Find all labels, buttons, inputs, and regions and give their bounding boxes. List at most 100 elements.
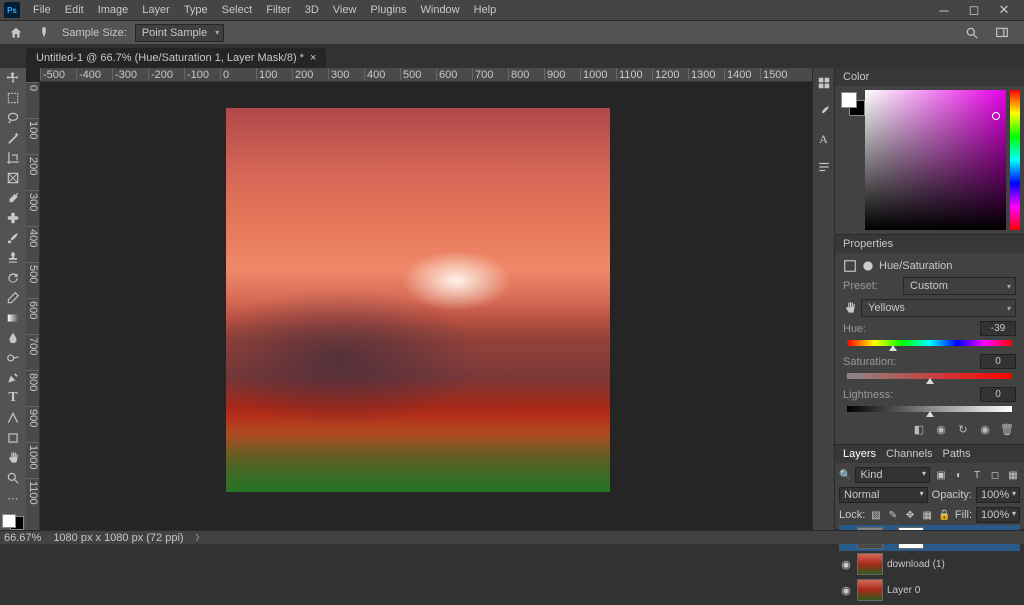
reset-icon[interactable]: ↻ (956, 422, 970, 436)
marquee-tool[interactable] (2, 90, 24, 106)
menu-help[interactable]: Help (467, 2, 504, 18)
saturation-slider[interactable] (847, 373, 1012, 383)
hue-slider[interactable] (847, 340, 1012, 350)
paragraph-panel-icon[interactable] (815, 158, 833, 176)
hue-strip[interactable] (1010, 90, 1020, 230)
menu-window[interactable]: Window (414, 2, 467, 18)
opacity-input[interactable]: 100% (976, 487, 1020, 503)
menu-view[interactable]: View (326, 2, 364, 18)
filter-shape-icon[interactable]: ◻ (988, 468, 1002, 482)
workspace-icon[interactable] (992, 23, 1012, 43)
lock-paint-icon[interactable]: ✎ (886, 508, 899, 522)
fill-label: Fill: (955, 509, 972, 521)
layer-name: download (1) (887, 559, 945, 570)
menu-plugins[interactable]: Plugins (363, 2, 413, 18)
close-button[interactable]: ✕ (998, 4, 1010, 16)
crop-tool[interactable] (2, 150, 24, 166)
hue-value[interactable]: -39 (980, 321, 1016, 336)
foreground-swatch[interactable] (2, 514, 16, 528)
lasso-tool[interactable] (2, 110, 24, 126)
lock-pos-icon[interactable]: ✥ (904, 508, 917, 522)
canvas-image[interactable] (226, 108, 610, 492)
menu-file[interactable]: File (26, 2, 58, 18)
saturation-value[interactable]: 0 (980, 354, 1016, 369)
home-button[interactable] (6, 23, 26, 43)
visibility-icon[interactable]: ◉ (978, 422, 992, 436)
filter-adj-icon[interactable]: ◐ (952, 468, 966, 482)
hand-tool[interactable] (2, 450, 24, 466)
blend-mode-dropdown[interactable]: Normal (839, 487, 928, 503)
zoom-readout[interactable]: 66.67% (4, 532, 41, 544)
search-icon[interactable] (962, 23, 982, 43)
preset-label: Preset: (843, 280, 899, 292)
layer-row[interactable]: ◉ download (1) (839, 551, 1020, 577)
layer-row[interactable]: ◉ Layer 0 (839, 577, 1020, 603)
lightness-slider[interactable] (847, 406, 1012, 416)
lock-trans-icon[interactable]: ▨ (869, 508, 882, 522)
menu-image[interactable]: Image (91, 2, 136, 18)
filter-type-icon[interactable]: T (970, 468, 984, 482)
path-tool[interactable] (2, 410, 24, 426)
color-panel-swatches[interactable] (839, 90, 861, 230)
tab-layers[interactable]: Layers (843, 448, 876, 460)
character-panel-icon[interactable]: A (815, 130, 833, 148)
document-tab[interactable]: Untitled-1 @ 66.7% (Hue/Saturation 1, La… (26, 48, 326, 68)
close-tab-button[interactable]: × (310, 52, 316, 64)
zoom-tool[interactable] (2, 470, 24, 486)
lock-all-icon[interactable]: 🔒 (938, 508, 951, 522)
doc-info[interactable]: 1080 px x 1080 px (72 ppi) (53, 532, 183, 544)
stamp-tool[interactable] (2, 250, 24, 266)
move-tool[interactable] (2, 70, 24, 86)
sampler-icon[interactable] (34, 23, 54, 43)
gradient-tool[interactable] (2, 310, 24, 326)
menu-filter[interactable]: Filter (259, 2, 297, 18)
frame-tool[interactable] (2, 170, 24, 186)
type-tool[interactable]: T (2, 390, 24, 406)
sample-size-dropdown[interactable]: Point Sample (135, 24, 224, 42)
visibility-toggle[interactable]: ◉ (839, 584, 853, 597)
sample-size-label: Sample Size: (62, 27, 127, 39)
eraser-tool[interactable] (2, 290, 24, 306)
clip-icon[interactable]: ◧ (912, 422, 926, 436)
menu-layer[interactable]: Layer (135, 2, 177, 18)
pen-tool[interactable] (2, 370, 24, 386)
blur-tool[interactable] (2, 330, 24, 346)
color-swatches[interactable] (2, 514, 24, 530)
tab-paths[interactable]: Paths (943, 448, 971, 460)
dodge-tool[interactable] (2, 350, 24, 366)
brushes-panel-icon[interactable] (815, 102, 833, 120)
heal-tool[interactable] (2, 210, 24, 226)
canvas-area[interactable]: -500-400-300-200-10001002003004005006007… (26, 68, 812, 530)
lightness-value[interactable]: 0 (980, 387, 1016, 402)
layer-filter-dropdown[interactable]: Kind (855, 467, 930, 483)
eyedropper-tool[interactable] (2, 190, 24, 206)
layer-name: Layer 0 (887, 585, 920, 596)
filter-smart-icon[interactable]: ▦ (1006, 468, 1020, 482)
shape-tool[interactable] (2, 430, 24, 446)
color-panel-title: Color (843, 71, 869, 83)
wand-tool[interactable] (2, 130, 24, 146)
maximize-button[interactable]: ◻ (968, 4, 980, 16)
menu-type[interactable]: Type (177, 2, 215, 18)
lock-label: Lock: (839, 509, 865, 521)
visibility-toggle[interactable]: ◉ (839, 558, 853, 571)
color-field[interactable] (865, 90, 1006, 230)
preset-dropdown[interactable]: Custom (903, 277, 1016, 295)
history-brush-tool[interactable] (2, 270, 24, 286)
delete-icon[interactable]: 🗑 (1000, 422, 1014, 436)
menu-edit[interactable]: Edit (58, 2, 91, 18)
filter-pixel-icon[interactable]: ▣ (934, 468, 948, 482)
brush-tool[interactable] (2, 230, 24, 246)
minimize-button[interactable]: ─ (938, 4, 950, 16)
edit-toolbar[interactable]: ⋯ (2, 490, 24, 506)
menu-select[interactable]: Select (215, 2, 260, 18)
fill-input[interactable]: 100% (976, 507, 1020, 523)
channel-dropdown[interactable]: Yellows (861, 299, 1016, 317)
tab-channels[interactable]: Channels (886, 448, 932, 460)
targeted-adjust-icon[interactable] (843, 301, 857, 315)
window-controls: ─ ◻ ✕ (938, 4, 1020, 16)
menu-3d[interactable]: 3D (298, 2, 326, 18)
prev-state-icon[interactable]: ◉ (934, 422, 948, 436)
swatches-panel-icon[interactable] (815, 74, 833, 92)
lock-nest-icon[interactable]: ▦ (921, 508, 934, 522)
